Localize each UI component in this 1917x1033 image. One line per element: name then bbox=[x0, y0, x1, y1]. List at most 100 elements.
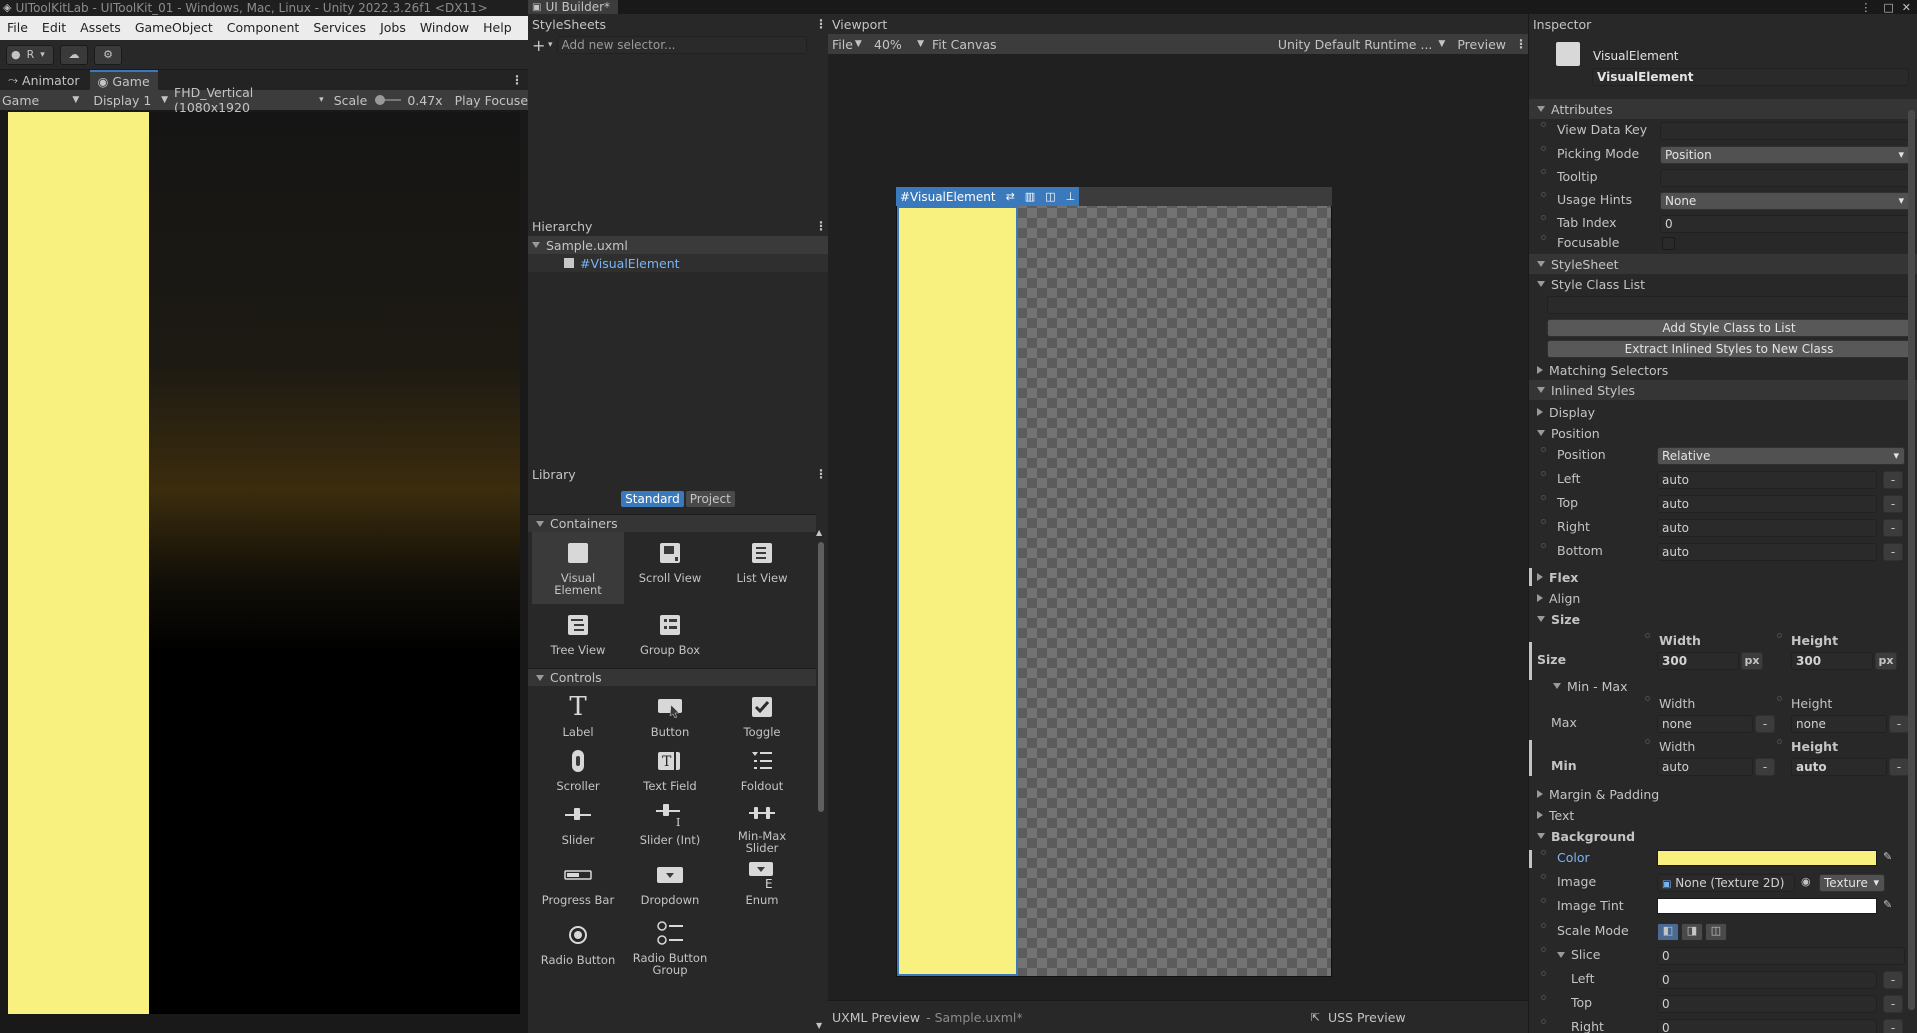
display-section[interactable]: Display bbox=[1529, 402, 1917, 422]
tab-game[interactable]: ◉ Game bbox=[89, 70, 158, 90]
element-name-field[interactable]: VisualElement bbox=[1592, 68, 1909, 86]
image-tint-field[interactable] bbox=[1657, 898, 1877, 914]
background-color-field[interactable] bbox=[1657, 850, 1877, 866]
library-item-button[interactable]: Button bbox=[624, 686, 716, 746]
library-item-min-max-slider[interactable]: Min-Max Slider bbox=[716, 794, 808, 854]
tooltip-field[interactable] bbox=[1660, 169, 1910, 187]
game-view[interactable] bbox=[8, 112, 520, 1014]
picking-mode-dropdown[interactable]: Position bbox=[1660, 146, 1910, 164]
library-item-tree-view[interactable]: Tree View bbox=[532, 604, 624, 664]
slice-right-field[interactable]: 0 bbox=[1657, 1019, 1877, 1033]
tab-standard[interactable]: Standard bbox=[621, 491, 684, 507]
menu-help[interactable]: Help bbox=[476, 16, 519, 40]
library-item-toggle[interactable]: Toggle bbox=[716, 686, 808, 746]
window-options-icon[interactable]: ⋮ bbox=[1860, 1, 1871, 14]
containers-foldout[interactable]: Containers bbox=[528, 514, 816, 532]
margin-padding-section[interactable]: Margin & Padding bbox=[1529, 784, 1917, 804]
menu-component[interactable]: Component bbox=[220, 16, 307, 40]
expand-arrow-icon[interactable] bbox=[1557, 952, 1565, 958]
scale-mode-stretch-button[interactable]: ◧ bbox=[1657, 923, 1679, 941]
library-item-slider[interactable]: Slider bbox=[532, 794, 624, 854]
library-item-radio-button[interactable]: Radio Button bbox=[532, 914, 624, 974]
library-item-progress-bar[interactable]: Progress Bar bbox=[532, 854, 624, 914]
align-end-icon[interactable]: ⊥ bbox=[1066, 190, 1076, 203]
width-unit-button[interactable]: px bbox=[1741, 652, 1763, 670]
slice-left-field[interactable]: 0 bbox=[1657, 971, 1877, 989]
maximize-icon[interactable]: □ bbox=[1883, 1, 1893, 14]
menu-services[interactable]: Services bbox=[306, 16, 373, 40]
scroll-up-icon[interactable]: ▲ bbox=[816, 528, 822, 537]
eyedropper-icon[interactable]: ✎ bbox=[1883, 850, 1892, 863]
text-section[interactable]: Text bbox=[1529, 805, 1917, 825]
usage-hints-dropdown[interactable]: None bbox=[1660, 192, 1910, 210]
matching-selectors-section[interactable]: Matching Selectors bbox=[1529, 360, 1917, 380]
settings-button[interactable]: ⚙ bbox=[94, 44, 122, 65]
size-width-field[interactable]: 300 bbox=[1657, 652, 1739, 670]
slice-right-unit-button[interactable]: - bbox=[1883, 1019, 1903, 1033]
max-width-unit-button[interactable]: - bbox=[1755, 715, 1775, 733]
min-width-unit-button[interactable]: - bbox=[1755, 758, 1775, 776]
inspector-scrollbar[interactable] bbox=[1908, 100, 1915, 1030]
min-height-unit-button[interactable]: - bbox=[1889, 758, 1909, 776]
library-item-list-view[interactable]: List View bbox=[716, 532, 808, 604]
canvas-area[interactable]: #VisualElement ⇄ ▥ ◫ ⊥ bbox=[828, 54, 1528, 1000]
cloud-button[interactable]: ☁ bbox=[60, 44, 88, 65]
display-dropdown[interactable]: Display 1 bbox=[83, 93, 161, 108]
left-unit-button[interactable]: - bbox=[1883, 471, 1903, 489]
library-item-scroller[interactable]: Scroller bbox=[532, 746, 624, 794]
flex-direction-icon[interactable]: ⇄ bbox=[1006, 190, 1015, 203]
close-icon[interactable]: ✕ bbox=[1902, 1, 1911, 14]
library-item-slider-int[interactable]: I Slider (Int) bbox=[624, 794, 716, 854]
min-height-field[interactable]: auto bbox=[1791, 758, 1887, 776]
slice-top-unit-button[interactable]: - bbox=[1883, 995, 1903, 1013]
selected-visual-element[interactable] bbox=[897, 206, 1018, 976]
background-image-field[interactable]: ▣ None (Texture 2D) bbox=[1657, 874, 1795, 892]
min-width-field[interactable]: auto bbox=[1657, 758, 1753, 776]
viewport-menu-icon[interactable]: ⋮ bbox=[1514, 37, 1528, 51]
style-class-list-section[interactable]: Style Class List bbox=[1529, 274, 1917, 294]
library-item-radio-button-group[interactable]: Radio Button Group bbox=[624, 914, 716, 976]
chevron-down-icon[interactable]: ▾ bbox=[548, 40, 553, 50]
image-type-dropdown[interactable]: Texture bbox=[1819, 874, 1885, 892]
controls-foldout[interactable]: Controls bbox=[528, 668, 816, 686]
max-height-unit-button[interactable]: - bbox=[1889, 715, 1909, 733]
bottom-field[interactable]: auto bbox=[1657, 543, 1877, 561]
hierarchy-item-visualelement[interactable]: #VisualElement bbox=[528, 254, 828, 272]
theme-dropdown[interactable]: Unity Default Runtime ... ▼ bbox=[1278, 37, 1452, 52]
library-item-text-field[interactable]: T Text Field bbox=[624, 746, 716, 794]
expand-arrow-icon[interactable] bbox=[532, 242, 540, 248]
extract-inlined-styles-button[interactable]: Extract Inlined Styles to New Class bbox=[1547, 340, 1911, 358]
size-section[interactable]: Size bbox=[1529, 609, 1917, 629]
tab-ui-builder[interactable]: ▣ UI Builder* bbox=[528, 0, 619, 14]
hierarchy-menu-icon[interactable]: ⋮ bbox=[814, 219, 828, 233]
library-item-enum[interactable]: E Enum bbox=[716, 854, 808, 914]
style-class-input[interactable] bbox=[1547, 296, 1911, 314]
add-selector-input[interactable]: Add new selector... bbox=[556, 36, 807, 54]
eyedropper-icon[interactable]: ✎ bbox=[1883, 898, 1892, 911]
fit-canvas-button[interactable]: Fit Canvas bbox=[932, 37, 997, 52]
preview-button[interactable]: Preview bbox=[1457, 37, 1506, 52]
scale-mode-crop-button[interactable]: ◫ bbox=[1705, 923, 1727, 941]
zoom-dropdown[interactable]: 40% ▼ bbox=[868, 37, 928, 52]
top-field[interactable]: auto bbox=[1657, 495, 1877, 513]
stylesheets-menu-icon[interactable]: ⋮ bbox=[814, 17, 828, 31]
library-item-scroll-view[interactable]: Scroll View bbox=[624, 532, 716, 604]
position-section[interactable]: Position bbox=[1529, 423, 1917, 443]
view-data-key-field[interactable] bbox=[1660, 122, 1910, 140]
stylesheet-section[interactable]: StyleSheet bbox=[1529, 254, 1917, 274]
account-button[interactable]: ● R ▾ bbox=[6, 44, 54, 65]
top-unit-button[interactable]: - bbox=[1883, 495, 1903, 513]
scale-mode-fit-button[interactable]: ◨ bbox=[1681, 923, 1703, 941]
menu-window[interactable]: Window bbox=[413, 16, 476, 40]
position-dropdown[interactable]: Relative bbox=[1657, 447, 1905, 465]
min-max-section[interactable]: Min - Max bbox=[1529, 676, 1917, 696]
slice-top-field[interactable]: 0 bbox=[1657, 995, 1877, 1013]
library-item-visual-element[interactable]: Visual Element bbox=[532, 532, 624, 604]
max-height-field[interactable]: none bbox=[1791, 715, 1887, 733]
library-item-foldout[interactable]: Foldout bbox=[716, 746, 808, 794]
resolution-dropdown[interactable]: ▼ FHD_Vertical (1080x1920 ▾ bbox=[161, 85, 324, 115]
inlined-styles-section[interactable]: Inlined Styles bbox=[1529, 380, 1917, 400]
menu-jobs[interactable]: Jobs bbox=[373, 16, 413, 40]
flex-section[interactable]: Flex bbox=[1529, 567, 1917, 587]
justify-icon[interactable]: ◫ bbox=[1045, 190, 1055, 203]
